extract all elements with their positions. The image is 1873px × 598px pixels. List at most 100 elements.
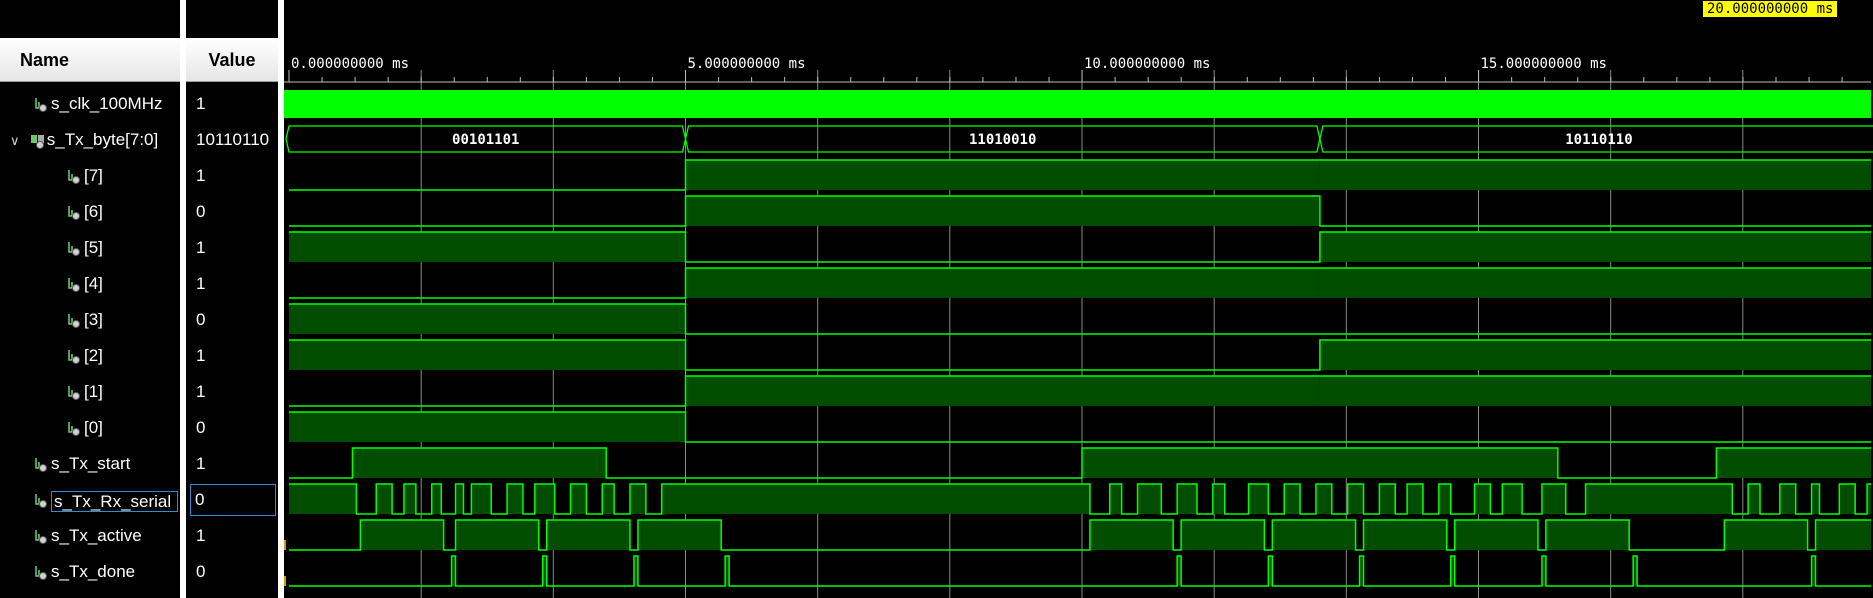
bit-7-waveform-fill: [1319, 160, 1871, 190]
bit-7-waveform-fill: [685, 160, 1320, 190]
bit-6-waveform-fill: [685, 196, 1320, 226]
s-tx-active-waveform-fill: [637, 520, 722, 550]
signal-icon: [66, 384, 82, 402]
signal-name: [7]: [84, 166, 103, 185]
s-tx-rx-serial-waveform-fill: [403, 484, 416, 514]
s-tx-active-waveform-fill: [1272, 520, 1356, 550]
s-tx-rx-serial-waveform-fill: [1438, 484, 1451, 514]
s-tx-active-waveform-fill: [1181, 520, 1265, 550]
signal-row-bit-0[interactable]: [0]: [66, 410, 103, 446]
s-tx-rx-serial-waveform-fill: [1839, 484, 1856, 514]
s-tx-start-waveform-fill: [352, 448, 607, 478]
s-tx-active-waveform-fill: [546, 520, 630, 550]
signal-row-bit-7[interactable]: [7]: [66, 158, 103, 194]
signal-row-bit-6[interactable]: [6]: [66, 194, 103, 230]
ruler-tick-label: 0.000000000 ms: [291, 56, 409, 72]
s-tx-rx-serial-waveform-fill: [629, 484, 646, 514]
s-tx-rx-serial-waveform-fill: [1109, 484, 1122, 514]
bus-segment-label: 00101101: [452, 132, 519, 148]
signal-value: 1: [196, 346, 206, 365]
signal-name: [5]: [84, 238, 103, 257]
column-divider[interactable]: [180, 0, 186, 598]
signal-icon: [66, 420, 82, 438]
x-marker: [284, 540, 286, 550]
signal-value: 10110110: [196, 130, 270, 149]
x-marker: [284, 576, 286, 586]
s-tx-rx-serial-waveform-fill: [1137, 484, 1162, 514]
signal-icon: [66, 348, 82, 366]
s-tx-rx-serial-waveform-fill: [455, 484, 464, 514]
s-tx-rx-serial-waveform-fill: [1779, 484, 1796, 514]
signal-name: [2]: [84, 346, 103, 365]
s-tx-rx-serial-waveform-fill: [507, 484, 523, 514]
s-tx-rx-serial-waveform-fill: [376, 484, 393, 514]
signal-value: 1: [196, 526, 206, 545]
signal-row-s-tx-done[interactable]: s_Tx_done: [33, 554, 135, 590]
signal-value: 0: [196, 418, 206, 437]
ruler-tick-label: 10.000000000 ms: [1084, 56, 1210, 72]
signal-value: 0: [196, 310, 206, 329]
signal-icon: [33, 528, 49, 546]
s-tx-rx-serial-waveform-fill: [1474, 484, 1491, 514]
bit-5-waveform-fill: [1319, 232, 1871, 262]
signal-name: s_clk_100MHz: [51, 94, 163, 113]
s-tx-rx-serial-waveform-fill: [1585, 484, 1733, 514]
cursor-time-label: 20.000000000 ms: [1703, 1, 1838, 17]
signal-row-s-tx-active[interactable]: s_Tx_active: [33, 518, 142, 554]
signal-name: [3]: [84, 310, 103, 329]
s-tx-active-waveform-fill: [1363, 520, 1447, 550]
s-tx-rx-serial-waveform-fill: [1502, 484, 1523, 514]
signal-icon: [33, 492, 49, 510]
signal-name: s_Tx_done: [51, 562, 136, 581]
signal-row-bit-5[interactable]: [5]: [66, 230, 103, 266]
signal-value: 0: [196, 562, 206, 581]
s-tx-active-waveform-fill: [1089, 520, 1174, 550]
signal-row-bit-4[interactable]: [4]: [66, 266, 103, 302]
bus-segment-label: 11010010: [969, 132, 1036, 148]
s-tx-rx-serial-waveform-fill: [1212, 484, 1225, 514]
signal-name: [4]: [84, 274, 103, 293]
bus-icon: [29, 132, 45, 150]
s-tx-rx-serial-waveform-fill: [471, 484, 492, 514]
s-tx-rx-serial-waveform-fill: [1284, 484, 1301, 514]
signal-name: s_Tx_active: [51, 526, 142, 545]
s-tx-rx-serial-waveform-fill: [570, 484, 587, 514]
s-tx-active-waveform-fill: [1724, 520, 1808, 550]
s-tx-rx-serial-waveform-fill: [289, 484, 357, 514]
signal-icon: [66, 168, 82, 186]
signal-row-s-tx-rx-serial[interactable]: s_Tx_Rx_serial: [33, 482, 179, 518]
waveform-canvas[interactable]: 0.000000000 ms 5.000000000 ms 10.000000000…: [284, 0, 1873, 598]
bit-2-waveform-fill: [1319, 340, 1871, 370]
name-column-header[interactable]: Name: [0, 38, 180, 82]
s-tx-rx-serial-waveform-fill: [1248, 484, 1269, 514]
bit-2-waveform-fill: [289, 340, 686, 370]
s-tx-rx-serial-waveform-fill: [1379, 484, 1396, 514]
signal-row-bit-2[interactable]: [2]: [66, 338, 103, 374]
s-tx-start-waveform-fill: [1716, 448, 1871, 478]
bit-1-waveform-fill: [685, 376, 1320, 406]
bit-5-waveform-fill: [289, 232, 686, 262]
ruler-tick-label: 5.000000000 ms: [688, 56, 806, 72]
signal-icon: [66, 276, 82, 294]
s-tx-rx-serial-waveform-fill: [661, 484, 1090, 514]
signal-value: 1: [196, 382, 206, 401]
signal-row-s-tx-byte[interactable]: ∨ s_Tx_byte[7:0]: [10, 122, 158, 158]
chevron-down-icon[interactable]: ∨: [10, 123, 24, 159]
signal-row-s-tx-start[interactable]: s_Tx_start: [33, 446, 130, 482]
signal-name: s_Tx_Rx_serial: [51, 491, 179, 512]
s-tx-active-waveform-fill: [455, 520, 539, 550]
signal-row-bit-3[interactable]: [3]: [66, 302, 103, 338]
signal-value: 0: [196, 202, 206, 221]
signal-row-bit-1[interactable]: [1]: [66, 374, 103, 410]
s-tx-rx-serial-waveform-fill: [1541, 484, 1566, 514]
s-tx-done-waveform-trace: [289, 555, 1871, 587]
value-column-header[interactable]: Value: [186, 38, 278, 82]
signal-row-s-clk-100mhz[interactable]: s_clk_100MHz: [33, 86, 163, 122]
bit-1-waveform-fill: [1319, 376, 1871, 406]
signal-icon: [33, 456, 49, 474]
s-tx-active-waveform-fill: [1454, 520, 1538, 550]
signal-value: 0: [190, 484, 276, 516]
s-tx-rx-serial-waveform-fill: [1407, 484, 1423, 514]
signal-icon: [33, 564, 49, 582]
signal-name: s_Tx_start: [51, 454, 131, 473]
